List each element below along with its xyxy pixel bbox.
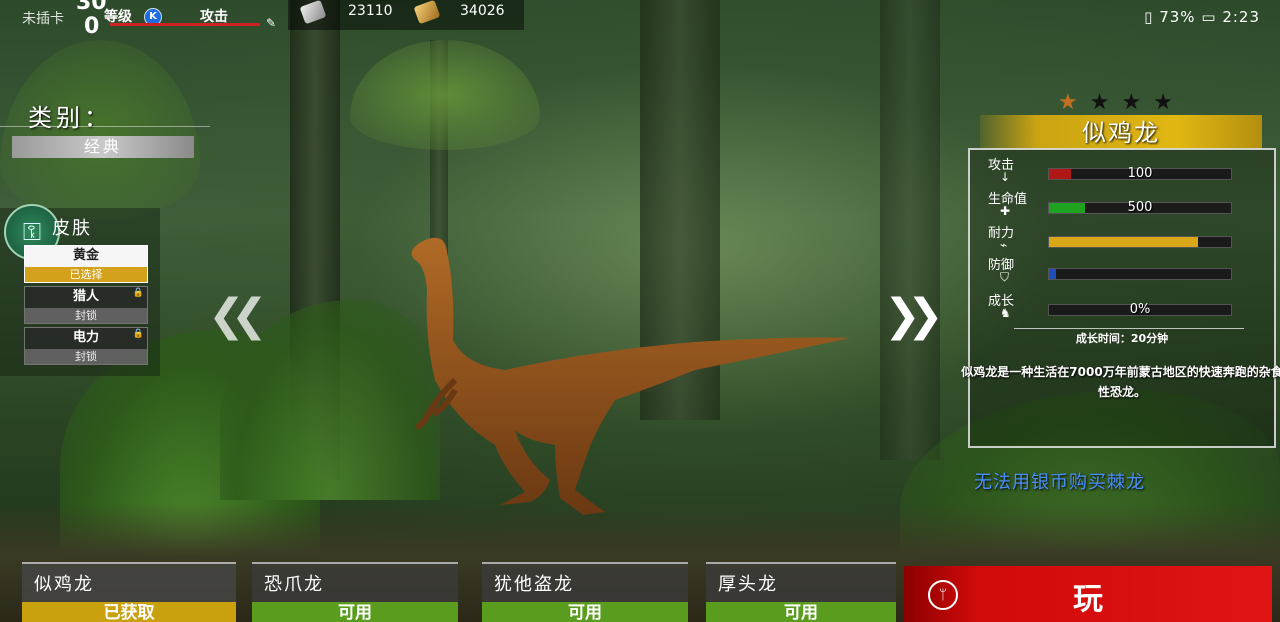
- battery-icon: ▭: [1201, 8, 1217, 26]
- lock-icon: 🔒: [132, 329, 144, 339]
- previous-arrow-icon[interactable]: ❮❮: [208, 290, 268, 341]
- skin-status: 已选择: [25, 267, 147, 282]
- stat-fill: [1049, 237, 1199, 247]
- dino-card-deinonychus[interactable]: 恐爪龙 可用: [252, 562, 458, 622]
- card-status: 可用: [706, 602, 896, 622]
- stats-panel: 攻击 ↓ 100 生命值 ✚ 500 耐力 ⌁ 防御 ⛉ 成长 ♞ 0% 成长时…: [961, 148, 1280, 448]
- dino-growth-icon: ♞: [1000, 306, 1011, 320]
- dino-description: 似鸡龙是一种生活在7000万年前蒙古地区的快速奔跑的杂食性恐龙。: [961, 365, 1280, 399]
- level-bar: 等级 K 攻击: [104, 6, 274, 28]
- tree-trunk: [880, 0, 940, 460]
- gold-icon: [413, 0, 441, 25]
- rating-stars: ★★★★: [1058, 90, 1185, 115]
- battery-percent: 73%: [1159, 8, 1196, 26]
- skin-name: 电力: [72, 330, 99, 345]
- gold-amount: 34026: [460, 3, 505, 19]
- stat-bar: [1048, 268, 1232, 280]
- game-screen: 未插卡 30 0 等级 K 攻击 ✎ 23110 34026 ▯ 73% ▭ 2…: [0, 0, 1280, 622]
- health-cross-icon: ✚: [1000, 204, 1011, 218]
- stat-bar: 0%: [1048, 302, 1232, 317]
- card-status: 可用: [482, 602, 688, 622]
- category-selector[interactable]: 经典: [12, 136, 194, 158]
- shield-icon: ⛉: [1000, 270, 1010, 284]
- dino-name: 似鸡龙: [980, 115, 1262, 149]
- growth-time: 成长时间：20分钟: [1075, 332, 1169, 345]
- category-label: 类别：: [28, 104, 112, 132]
- play-label: 玩: [1073, 582, 1103, 617]
- currency-panel: 23110 34026: [288, 0, 524, 30]
- clock-time: 2:23: [1222, 8, 1260, 26]
- card-title: 犹他盗龙: [494, 574, 574, 595]
- card-status: 已获取: [22, 602, 236, 622]
- vibrate-icon: ▯: [1144, 8, 1154, 26]
- play-button[interactable]: ᛘ 玩: [904, 566, 1272, 622]
- carrier-text: 未插卡: [22, 11, 64, 27]
- score-bottom: 0: [84, 14, 100, 39]
- card-title: 恐爪龙: [264, 574, 324, 595]
- growth-divider: [1014, 328, 1244, 329]
- skin-status: 封锁: [25, 349, 147, 364]
- purchase-note: 无法用银币购买棘龙: [974, 472, 1145, 493]
- stat-value: 500: [1127, 200, 1153, 215]
- palm-leaves: [350, 40, 540, 150]
- status-bar: 未插卡 30 0 等级 K 攻击 ✎ 23110 34026 ▯ 73% ▭ 2…: [0, 0, 1280, 38]
- stat-bar: 100: [1048, 166, 1232, 181]
- star-icon: ★: [1089, 90, 1122, 115]
- stat-value: 100: [1127, 166, 1153, 181]
- stat-fill: [1049, 269, 1057, 279]
- card-status: 可用: [252, 602, 458, 622]
- skin-status: 封锁: [25, 308, 147, 323]
- level-progress-line: [110, 23, 260, 26]
- skin-item-gold[interactable]: 黄金 已选择: [24, 245, 148, 283]
- category-divider: [0, 126, 210, 127]
- star-icon: ★: [1153, 90, 1185, 115]
- skin-item-power[interactable]: 🔒 电力 封锁: [24, 327, 148, 365]
- dino-card-pachycephalosaurus[interactable]: 厚头龙 可用: [706, 562, 896, 622]
- skin-name: 黄金: [72, 248, 99, 263]
- card-title: 厚头龙: [718, 574, 778, 595]
- card-title: 似鸡龙: [34, 574, 94, 595]
- stat-bar: 500: [1048, 200, 1232, 215]
- stat-value: 0%: [1129, 302, 1151, 317]
- dino-card-utahraptor[interactable]: 犹他盗龙 可用: [482, 562, 688, 622]
- skin-title: 皮肤: [52, 218, 92, 239]
- silver-icon: [299, 0, 327, 25]
- system-status: ▯ 73% ▭ 2:23: [1144, 8, 1260, 26]
- lock-icon: 🔒: [132, 288, 144, 298]
- dino-card-gallimimus[interactable]: 似鸡龙 已获取: [22, 562, 236, 622]
- dinosaur-model: [411, 237, 850, 515]
- skin-item-hunter[interactable]: 🔒 猎人 封锁: [24, 286, 148, 324]
- score-top: 30: [76, 0, 107, 15]
- next-arrow-icon[interactable]: ❯❯: [884, 290, 944, 341]
- star-icon: ★: [1058, 90, 1090, 115]
- stamina-icon: ⌁: [1000, 238, 1008, 252]
- edit-icon[interactable]: ✎: [266, 16, 276, 30]
- star-icon: ★: [1121, 90, 1154, 115]
- skin-name: 猎人: [72, 289, 99, 304]
- stat-bar: [1048, 236, 1232, 248]
- attack-icon: ↓: [1000, 170, 1011, 184]
- silver-amount: 23110: [348, 3, 393, 19]
